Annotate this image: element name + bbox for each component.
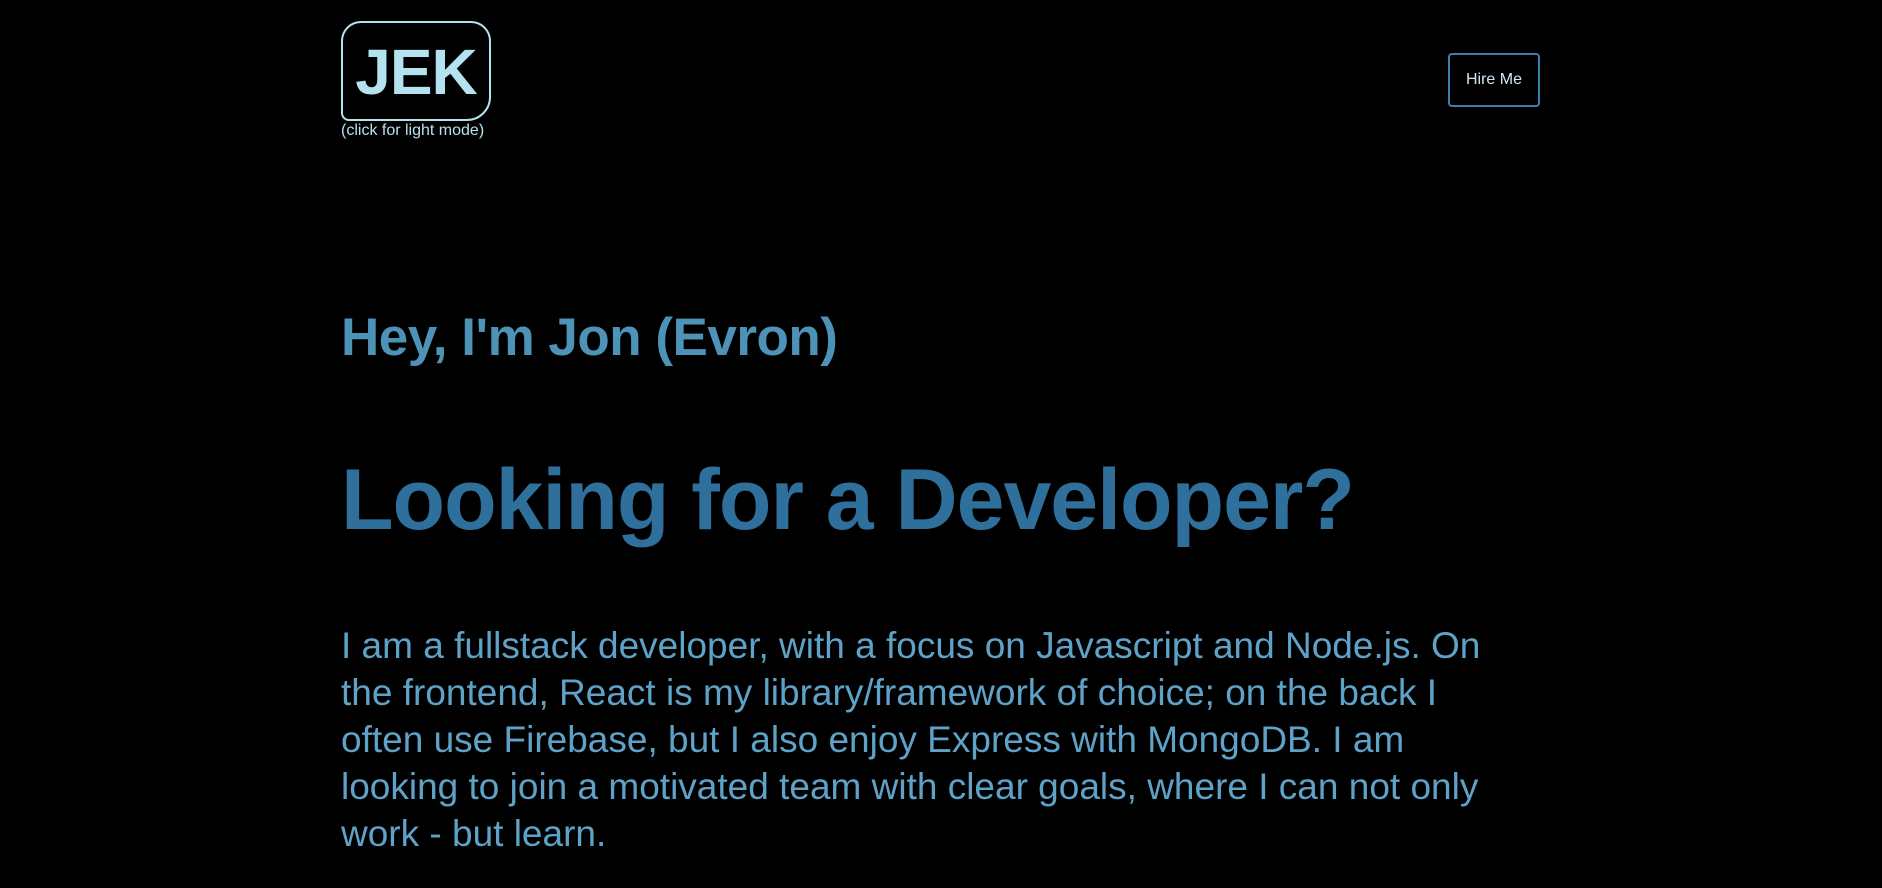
site-header: JEK (click for light mode) Hire Me	[341, 21, 1541, 141]
hire-me-button[interactable]: Hire Me	[1448, 53, 1540, 107]
intro-heading: Hey, I'm Jon (Evron)	[341, 308, 838, 367]
page: JEK (click for light mode) Hire Me Hey, …	[0, 0, 1882, 888]
theme-toggle-hint[interactable]: (click for light mode)	[341, 121, 491, 141]
logo-text: JEK	[355, 36, 477, 108]
logo-badge[interactable]: JEK	[341, 21, 491, 121]
page-title: Looking for a Developer?	[341, 452, 1355, 548]
bio-paragraph: I am a fullstack developer, with a focus…	[341, 625, 1481, 854]
theme-toggle-logo[interactable]: JEK (click for light mode)	[341, 21, 491, 141]
